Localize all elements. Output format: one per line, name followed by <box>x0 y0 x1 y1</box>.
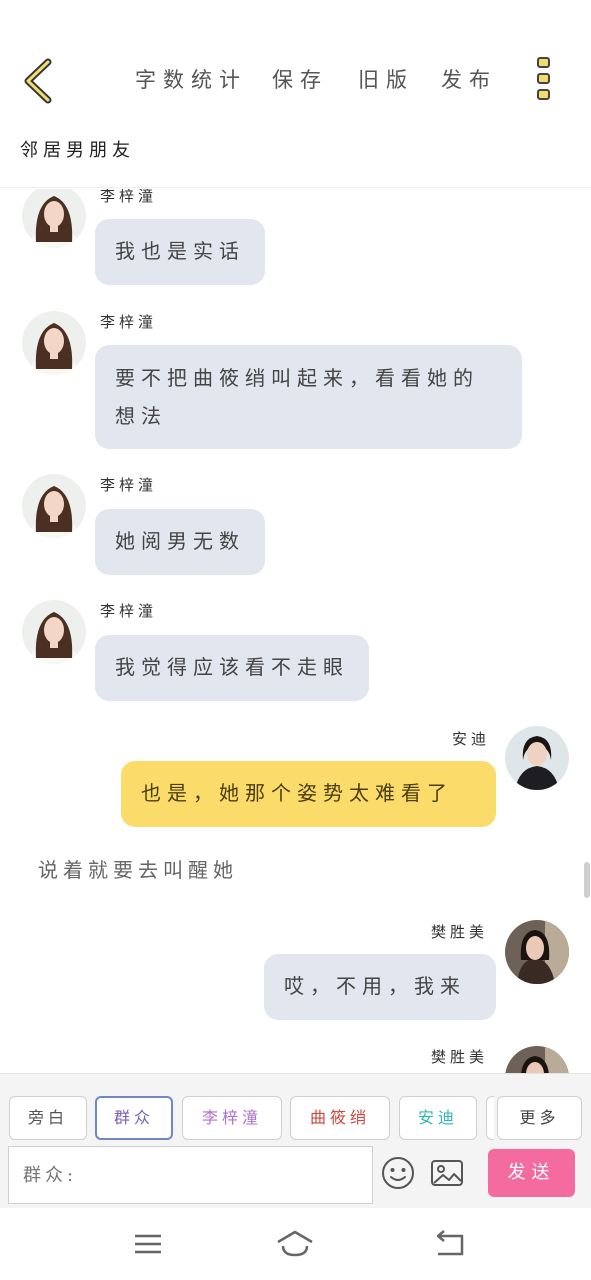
narration-text[interactable]: 说着就要去叫醒她 <box>38 854 238 883</box>
avatar-andi <box>505 726 569 790</box>
sender-name: 李梓潼 <box>100 476 158 494</box>
avatar-li-zitong <box>22 600 86 664</box>
message-bubble[interactable]: 要不把曲筱绡叫起来，看看她的想法 <box>95 345 522 449</box>
avatar-li-zitong <box>22 311 86 375</box>
send-button[interactable]: 发送 <box>488 1149 575 1197</box>
role-chip-li-zitong[interactable]: 李梓潼 <box>182 1096 282 1140</box>
chat-area[interactable]: 李梓潼 我也是实话 李梓潼 要不把曲筱绡叫起来，看看她的想法 李梓潼 她阅男无数… <box>0 189 591 1073</box>
sender-name: 樊胜美 <box>431 1048 489 1066</box>
sender-name: 樊胜美 <box>431 923 489 941</box>
role-chip-qu-xiaoxiao[interactable]: 曲筱绡 <box>290 1096 390 1140</box>
message-bubble[interactable]: 哎，不用，我来 <box>264 954 496 1020</box>
publish-button[interactable]: 发布 <box>441 64 497 94</box>
message-bubble[interactable]: 她阅男无数 <box>95 509 265 575</box>
image-icon[interactable] <box>430 1156 464 1190</box>
sender-name: 李梓潼 <box>100 189 158 205</box>
sender-name: 李梓潼 <box>100 313 158 331</box>
avatar-fan-shengmei <box>505 1046 569 1073</box>
save-button[interactable]: 保存 <box>272 64 328 94</box>
top-bar: 字数统计 保存 旧版 发布 邻居男朋友 <box>0 0 591 188</box>
avatar-fan-shengmei <box>505 920 569 984</box>
back-chevron-icon[interactable] <box>20 58 60 104</box>
role-chip-crowd[interactable]: 群众 <box>95 1096 173 1140</box>
nav-home-icon[interactable] <box>275 1228 315 1260</box>
role-chip-andi[interactable]: 安迪 <box>399 1096 477 1140</box>
sender-name: 安迪 <box>452 730 491 748</box>
old-version-button[interactable]: 旧版 <box>358 64 414 94</box>
scrollbar-thumb[interactable] <box>584 862 590 898</box>
nav-back-icon[interactable] <box>430 1228 470 1260</box>
role-label: 曲筱绡 <box>309 1108 370 1127</box>
composer: 旁白 群众 李梓潼 曲筱绡 安迪 更多 发送 <box>0 1073 591 1208</box>
message-bubble[interactable]: 我觉得应该看不走眼 <box>95 635 369 701</box>
avatar-li-zitong <box>22 189 86 248</box>
system-nav-bar <box>0 1208 591 1280</box>
more-roles-button[interactable]: 更多 <box>497 1096 582 1140</box>
message-input[interactable] <box>8 1146 373 1204</box>
role-label: 李梓潼 <box>201 1108 262 1127</box>
word-count-button[interactable]: 字数统计 <box>135 64 247 94</box>
more-vertical-icon[interactable] <box>534 57 552 105</box>
nav-menu-icon[interactable] <box>128 1228 168 1260</box>
emoji-icon[interactable] <box>381 1156 415 1190</box>
role-label: 旁白 <box>27 1108 68 1127</box>
role-label: 安迪 <box>417 1108 458 1127</box>
story-title: 邻居男朋友 <box>20 140 135 161</box>
role-chip-narrator[interactable]: 旁白 <box>9 1096 87 1140</box>
role-label: 群众 <box>113 1108 154 1127</box>
role-label: 更多 <box>519 1108 560 1127</box>
message-bubble[interactable]: 也是，她那个姿势太难看了 <box>121 761 496 827</box>
sender-name: 李梓潼 <box>100 602 158 620</box>
role-chip-overflow[interactable] <box>486 1096 494 1140</box>
avatar-li-zitong <box>22 474 86 538</box>
message-bubble[interactable]: 我也是实话 <box>95 219 265 285</box>
